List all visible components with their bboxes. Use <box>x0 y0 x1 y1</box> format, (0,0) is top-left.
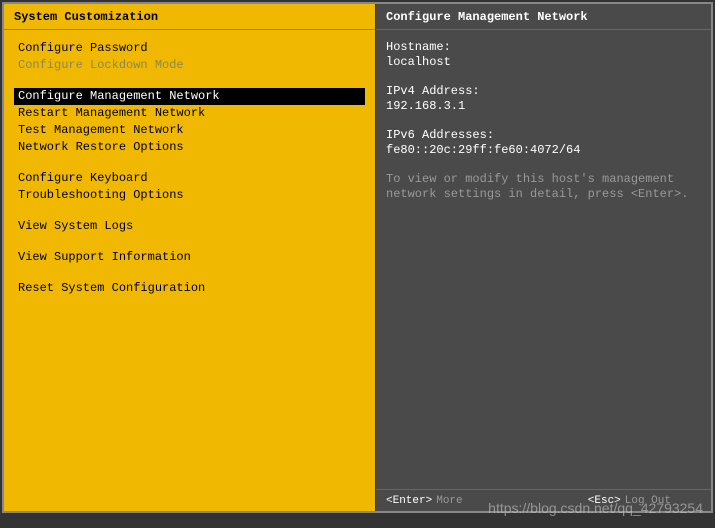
ipv4-label: IPv4 Address: <box>386 84 701 99</box>
menu-item-network-restore-options[interactable]: Network Restore Options <box>14 139 365 156</box>
footer-esc-key[interactable]: <Esc> <box>588 495 621 507</box>
ipv4-block: IPv4 Address: 192.168.3.1 <box>386 84 701 114</box>
ipv6-value: fe80::20c:29ff:fe60:4072/64 <box>386 143 701 158</box>
menu-group: Reset System Configuration <box>14 280 365 297</box>
footer-esc-label: Log Out <box>625 495 671 507</box>
detail-body: Hostname: localhost IPv4 Address: 192.16… <box>376 30 711 489</box>
menu-item-configure-password[interactable]: Configure Password <box>14 40 365 57</box>
hostname-label: Hostname: <box>386 40 701 55</box>
menu-group: Configure PasswordConfigure Lockdown Mod… <box>14 40 365 74</box>
menu-item-configure-keyboard[interactable]: Configure Keyboard <box>14 170 365 187</box>
hostname-value: localhost <box>386 55 701 70</box>
menu-group: Configure Management NetworkRestart Mana… <box>14 88 365 156</box>
left-panel-title: System Customization <box>4 4 375 30</box>
menu-list: Configure PasswordConfigure Lockdown Mod… <box>4 30 375 511</box>
content-area: System Customization Configure PasswordC… <box>4 4 711 511</box>
menu-item-restart-management-network[interactable]: Restart Management Network <box>14 105 365 122</box>
hostname-block: Hostname: localhost <box>386 40 701 70</box>
menu-group: View Support Information <box>14 249 365 266</box>
ipv4-value: 192.168.3.1 <box>386 99 701 114</box>
left-title-text: System Customization <box>14 10 158 24</box>
left-panel: System Customization Configure PasswordC… <box>4 4 376 511</box>
console-frame: System Customization Configure PasswordC… <box>2 2 713 513</box>
menu-group: Configure KeyboardTroubleshooting Option… <box>14 170 365 204</box>
menu-item-troubleshooting-options[interactable]: Troubleshooting Options <box>14 187 365 204</box>
menu-item-view-support-information[interactable]: View Support Information <box>14 249 365 266</box>
ipv6-block: IPv6 Addresses: fe80::20c:29ff:fe60:4072… <box>386 128 701 158</box>
menu-item-test-management-network[interactable]: Test Management Network <box>14 122 365 139</box>
footer-bar: <Enter> More <Esc> Log Out <box>376 489 711 511</box>
right-title-text: Configure Management Network <box>386 10 588 24</box>
ipv6-label: IPv6 Addresses: <box>386 128 701 143</box>
footer-enter-key[interactable]: <Enter> <box>386 495 432 507</box>
menu-item-configure-lockdown-mode: Configure Lockdown Mode <box>14 57 365 74</box>
menu-item-view-system-logs[interactable]: View System Logs <box>14 218 365 235</box>
menu-group: View System Logs <box>14 218 365 235</box>
menu-item-configure-management-network[interactable]: Configure Management Network <box>14 88 365 105</box>
footer-enter-label: More <box>436 495 462 507</box>
right-panel-title: Configure Management Network <box>376 4 711 30</box>
menu-item-reset-system-configuration[interactable]: Reset System Configuration <box>14 280 365 297</box>
right-panel: Configure Management Network Hostname: l… <box>376 4 711 511</box>
hint-text: To view or modify this host's management… <box>386 172 701 202</box>
